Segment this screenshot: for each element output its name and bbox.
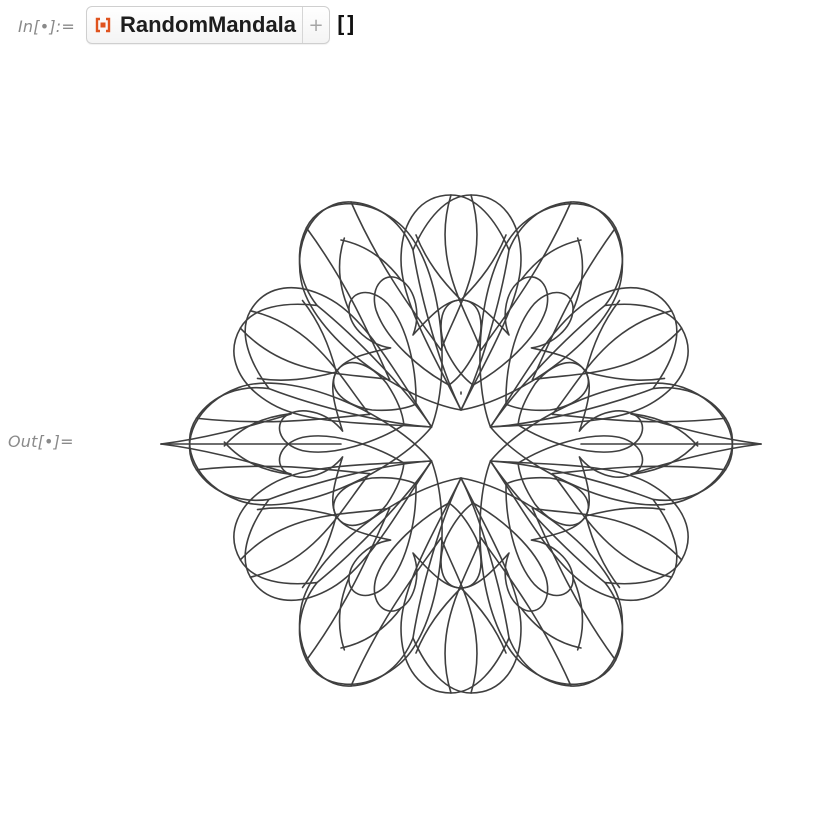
- mandala-petals: [160, 178, 762, 710]
- mandala-graphic: [160, 178, 762, 710]
